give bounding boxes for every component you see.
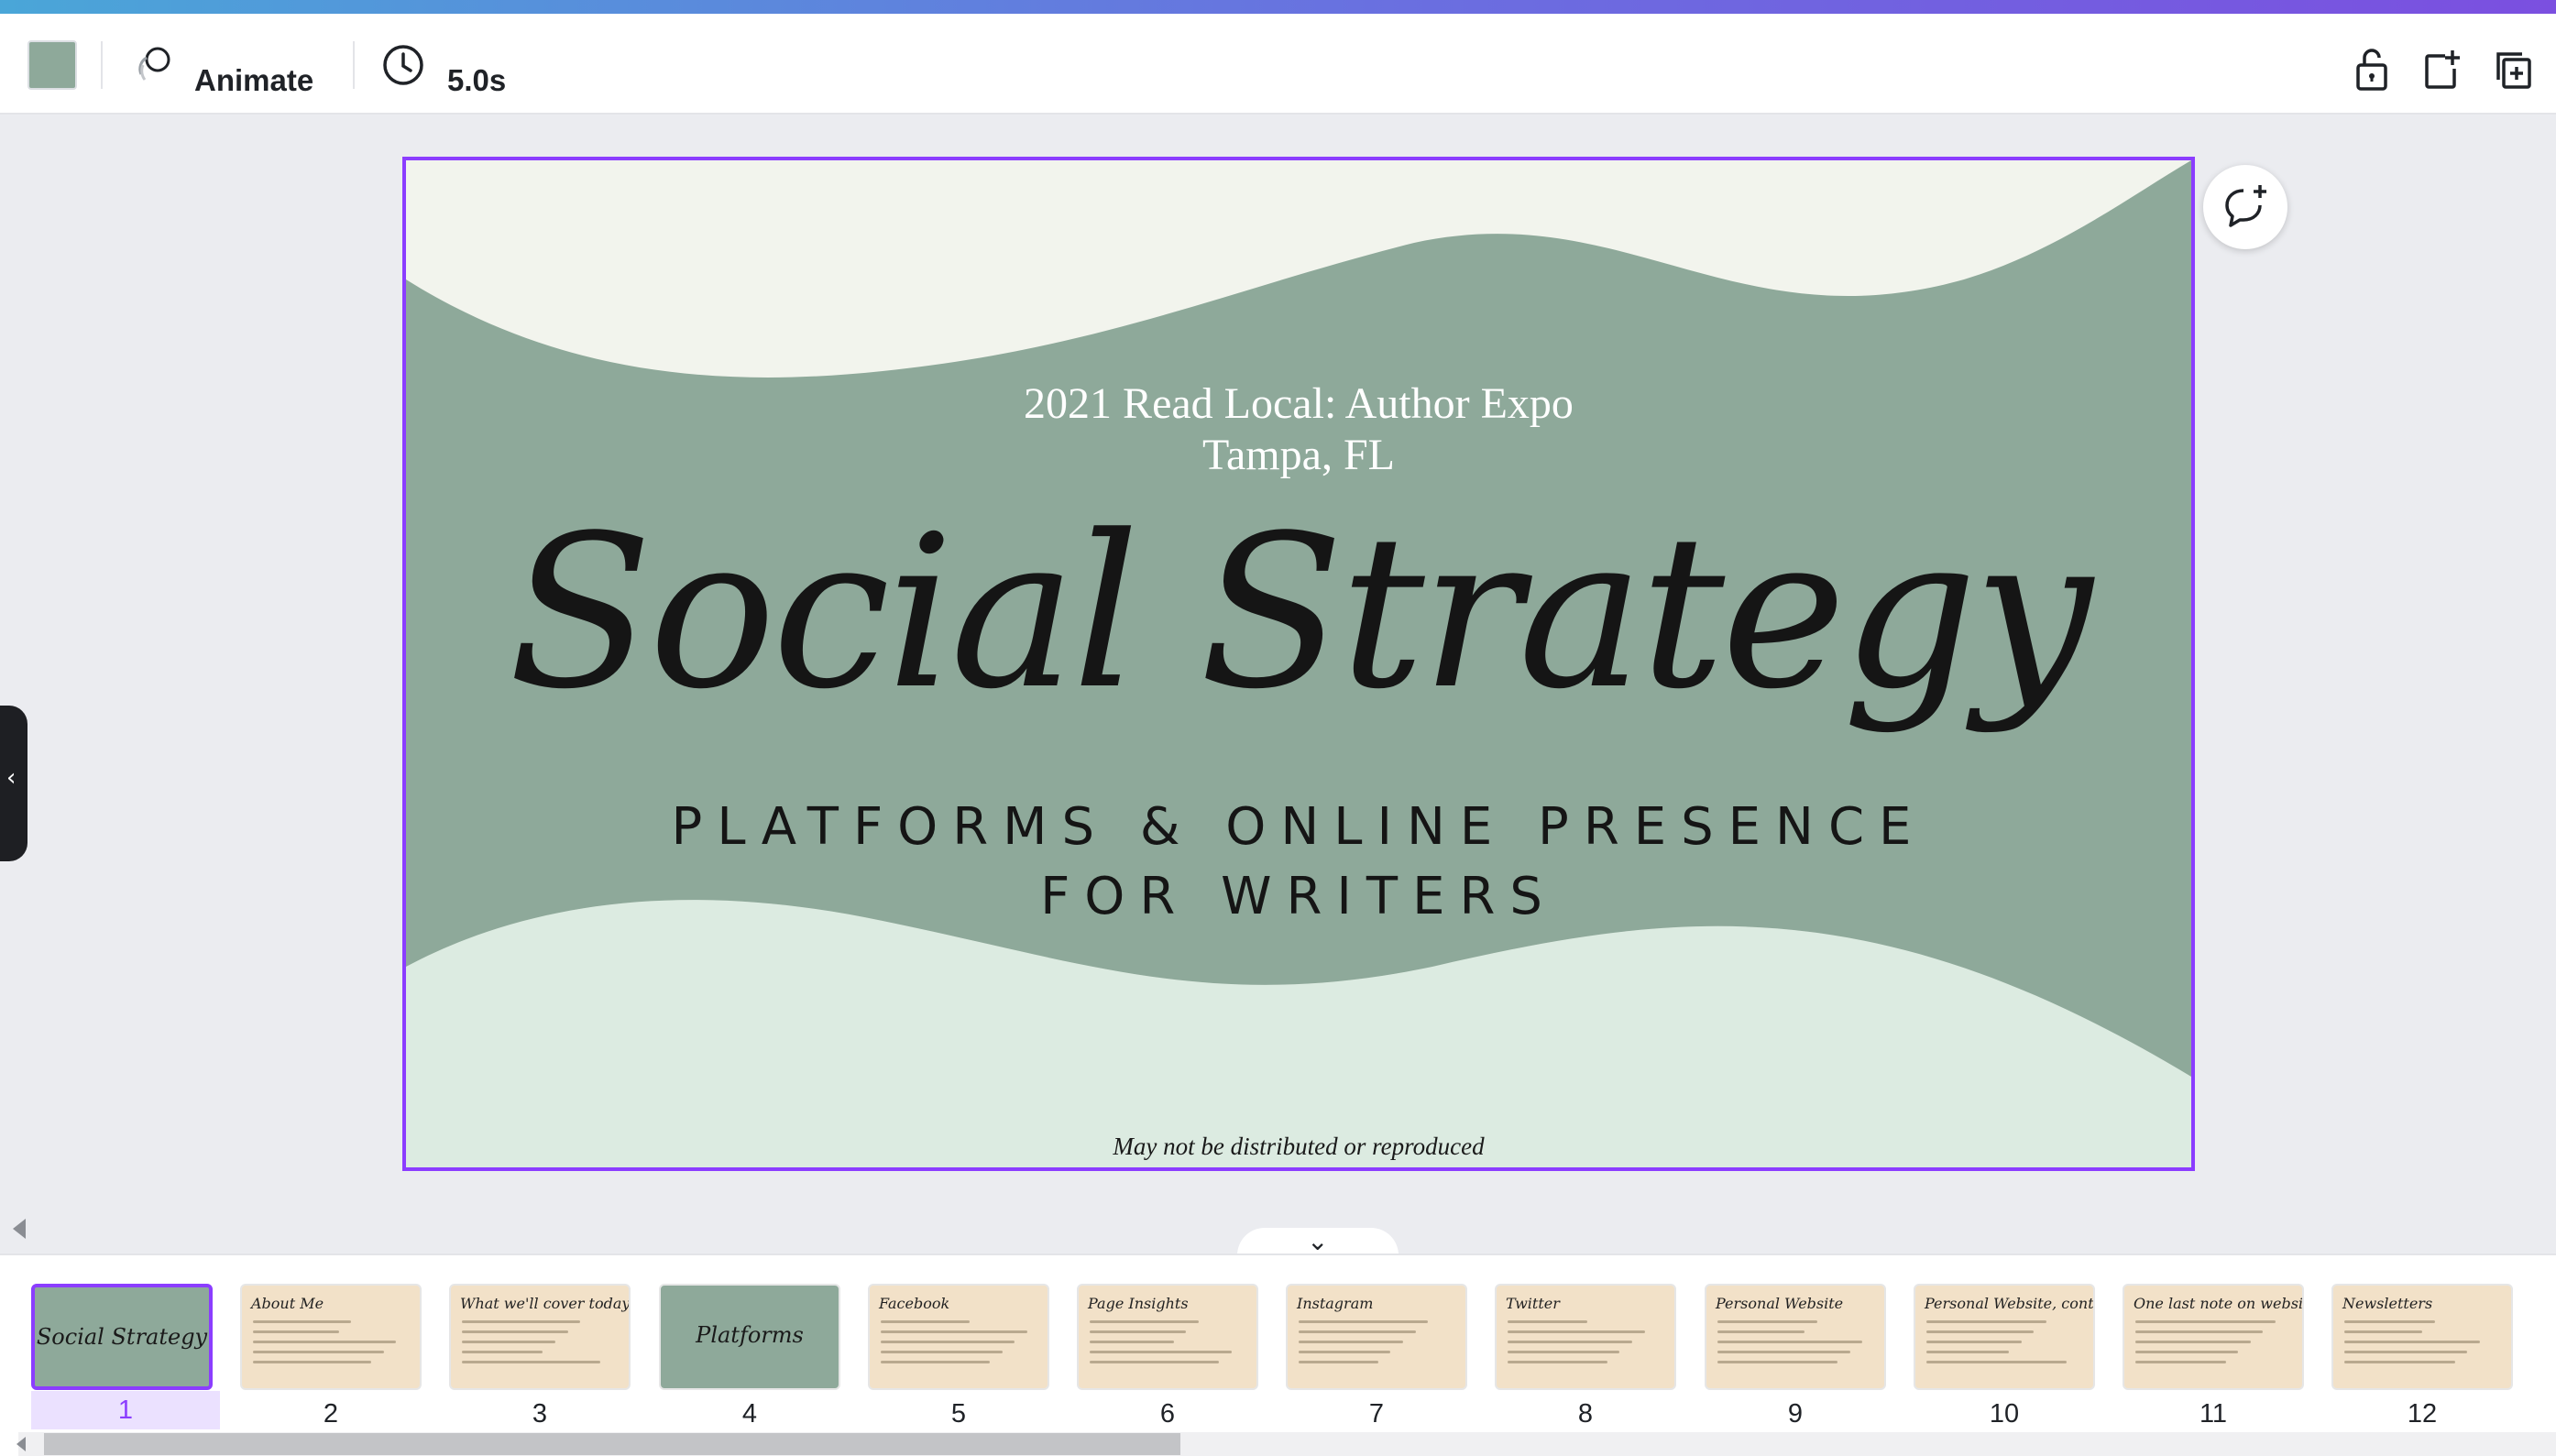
- page-number-label[interactable]: 7: [1286, 1399, 1467, 1429]
- thumbnail-title: About Me: [251, 1295, 324, 1312]
- page-number-label[interactable]: 9: [1705, 1399, 1886, 1429]
- page-number-label[interactable]: 8: [1495, 1399, 1676, 1429]
- scrollbar-left-arrow[interactable]: [16, 1437, 26, 1451]
- page-thumbnail[interactable]: Personal Website: [1705, 1284, 1886, 1390]
- thumbnail-text-lines: [2344, 1320, 2500, 1371]
- thumbnail-title: Social Strategy: [36, 1324, 208, 1350]
- editor-toolbar: Animate 5.0s: [0, 14, 2556, 115]
- page-number-label[interactable]: 6: [1077, 1399, 1258, 1429]
- page-number-label[interactable]: 2: [240, 1399, 422, 1429]
- toolbar-divider: [353, 41, 355, 89]
- page-thumbnail[interactable]: Twitter: [1495, 1284, 1676, 1390]
- clock-icon: [383, 45, 423, 85]
- add-page-icon[interactable]: [2416, 45, 2467, 96]
- thumbnail-text-lines: [1717, 1320, 1873, 1371]
- slide-canvas[interactable]: 2021 Read Local: Author Expo Tampa, FL S…: [402, 157, 2195, 1171]
- add-comment-button[interactable]: [2203, 165, 2287, 249]
- horizontal-scrollbar-thumb[interactable]: [44, 1433, 1180, 1455]
- animate-button[interactable]: Animate: [128, 32, 321, 98]
- thumbnail-text-lines: [881, 1320, 1037, 1371]
- slide-main-title[interactable]: Social Strategy: [406, 509, 2191, 719]
- thumbnail-text-lines: [1926, 1320, 2082, 1371]
- top-accent-bar: [0, 0, 2556, 14]
- page-thumbnail[interactable]: One last note on websites: [2123, 1284, 2304, 1390]
- thumbnail-title: What we'll cover today: [460, 1295, 631, 1312]
- thumbnail-title: Newsletters: [2342, 1295, 2433, 1312]
- page-thumbnail[interactable]: Newsletters: [2331, 1284, 2513, 1390]
- collapse-pages-button[interactable]: ⌄: [1237, 1228, 1399, 1255]
- page-thumbnail[interactable]: What we'll cover today: [449, 1284, 631, 1390]
- page-number-label[interactable]: 3: [449, 1399, 631, 1429]
- page-thumbnail[interactable]: Social Strategy: [31, 1284, 213, 1390]
- thumbnail-text-lines: [1508, 1320, 1663, 1371]
- add-comment-icon: [2225, 185, 2266, 227]
- page-number-label[interactable]: 11: [2123, 1399, 2304, 1429]
- duplicate-page-icon[interactable]: [2487, 45, 2539, 96]
- page-number-label[interactable]: 12: [2331, 1399, 2513, 1429]
- animate-label: Animate: [194, 63, 314, 97]
- toolbar-divider: [101, 41, 103, 89]
- background-color-swatch[interactable]: [27, 40, 77, 90]
- page-number-label[interactable]: 1: [31, 1391, 220, 1429]
- duration-label: 5.0s: [447, 63, 507, 97]
- thumbnail-text-lines: [253, 1320, 409, 1371]
- chevron-left-icon: ‹: [6, 764, 16, 792]
- slide-subtitle-line-1[interactable]: PLATFORMS & ONLINE PRESENCE: [406, 793, 2191, 862]
- lock-icon[interactable]: [2346, 45, 2397, 96]
- animate-icon: [138, 47, 170, 81]
- thumbnail-text-lines: [1090, 1320, 1245, 1371]
- thumbnail-title: Platforms: [696, 1322, 804, 1348]
- page-thumbnail[interactable]: Facebook: [868, 1284, 1049, 1390]
- canvas-scroll-left-arrow[interactable]: [13, 1219, 26, 1239]
- page-thumbnail[interactable]: Platforms: [659, 1284, 840, 1390]
- thumbnail-title: Personal Website: [1716, 1295, 1844, 1312]
- page-thumbnail[interactable]: About Me: [240, 1284, 422, 1390]
- thumbnail-title: Facebook: [879, 1295, 950, 1312]
- slide-subtitle-line-2[interactable]: FOR WRITERS: [406, 862, 2191, 932]
- thumbnail-title: One last note on websites: [2134, 1295, 2304, 1312]
- page-number-label[interactable]: 10: [1914, 1399, 2095, 1429]
- thumbnail-title: Instagram: [1297, 1295, 1374, 1312]
- page-number-label[interactable]: 4: [659, 1399, 840, 1429]
- thumbnail-text-lines: [462, 1320, 618, 1371]
- page-number-label[interactable]: 5: [868, 1399, 1049, 1429]
- event-title-line-2[interactable]: Tampa, FL: [406, 430, 2191, 481]
- side-panel-toggle[interactable]: ‹: [0, 706, 27, 861]
- thumbnail-text-lines: [2135, 1320, 2291, 1371]
- chevron-down-icon: ⌄: [1307, 1226, 1329, 1256]
- duration-button[interactable]: 5.0s: [376, 32, 522, 98]
- page-thumbnail[interactable]: Instagram: [1286, 1284, 1467, 1390]
- thumbnail-title: Twitter: [1506, 1295, 1560, 1312]
- slide-footer-note[interactable]: May not be distributed or reproduced: [406, 1133, 2191, 1161]
- page-thumbnail[interactable]: Personal Website, cont'd: [1914, 1284, 2095, 1390]
- thumbnail-title: Page Insights: [1088, 1295, 1189, 1312]
- thumbnail-text-lines: [1299, 1320, 1454, 1371]
- thumbnail-title: Personal Website, cont'd: [1925, 1295, 2095, 1312]
- page-thumbnail[interactable]: Page Insights: [1077, 1284, 1258, 1390]
- event-title-line-1[interactable]: 2021 Read Local: Author Expo: [406, 378, 2191, 430]
